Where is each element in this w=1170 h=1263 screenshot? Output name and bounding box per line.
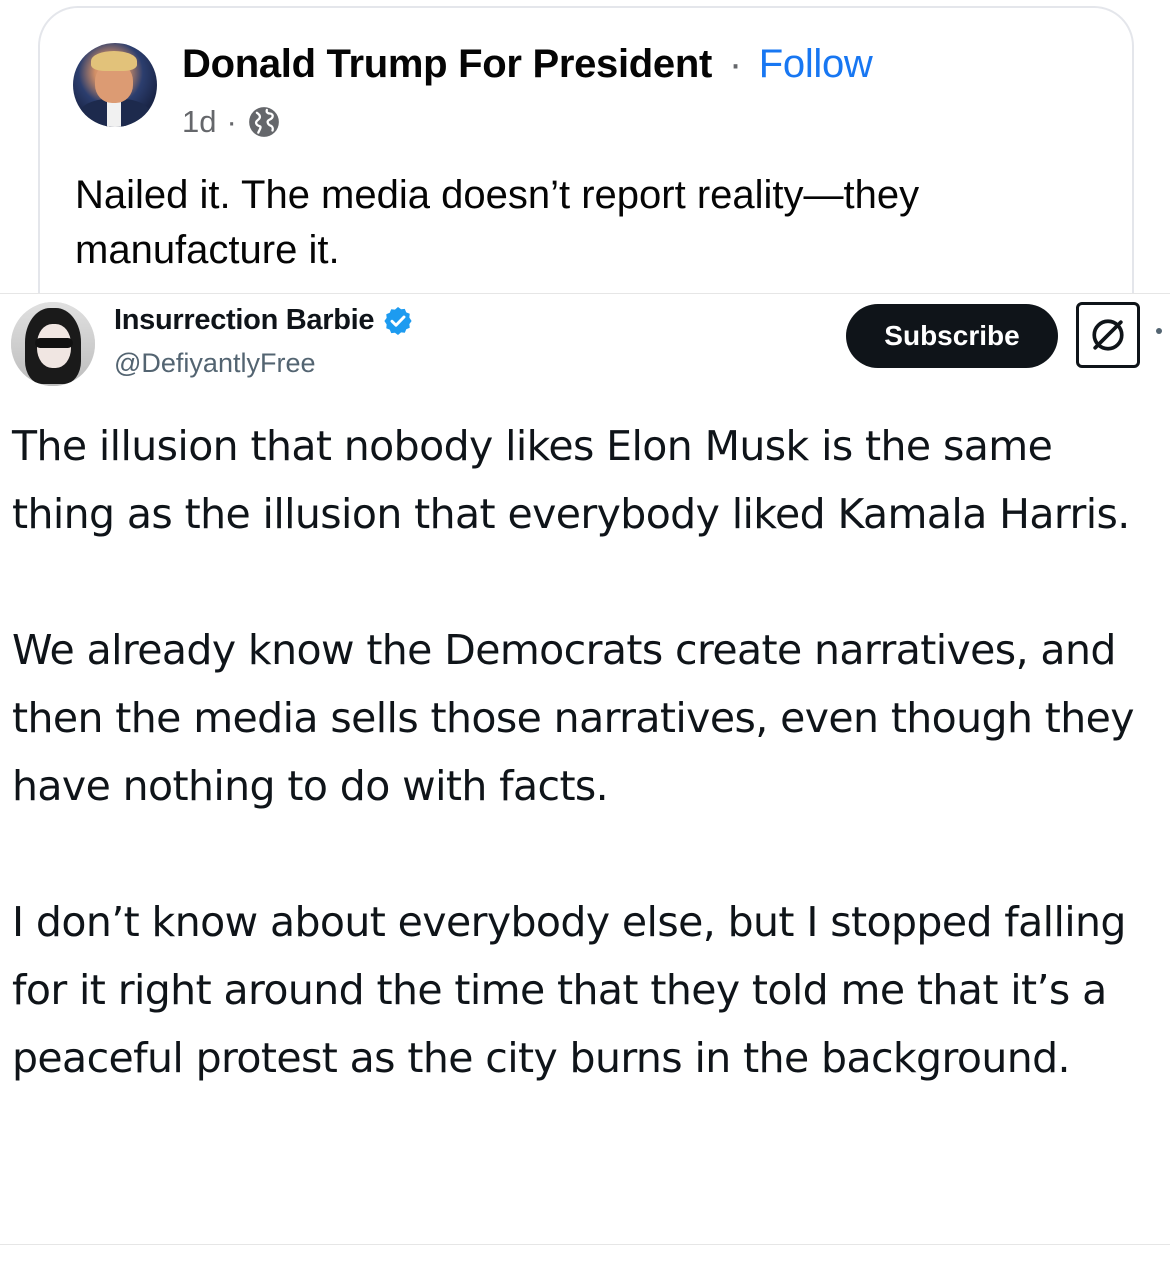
more-options-icon <box>1156 328 1162 334</box>
tweet-body: The illusion that nobody likes Elon Musk… <box>12 412 1162 1092</box>
meta-separator: · <box>226 104 237 139</box>
tweet-paragraph: We already know the Democrats create nar… <box>12 626 1135 810</box>
follow-link[interactable]: Follow <box>759 42 873 86</box>
facebook-post-card: Donald Trump For President · Follow 1d ·… <box>38 6 1134 326</box>
post-author-name[interactable]: Donald Trump For President <box>182 42 712 86</box>
grok-icon <box>1076 302 1140 368</box>
verified-badge-icon <box>382 305 414 337</box>
tweet-handle: @DefiyantlyFree <box>114 348 316 378</box>
tweet-display-name-row: Insurrection Barbie <box>114 304 414 337</box>
post-timestamp[interactable]: 1d <box>182 104 216 140</box>
screenshot-page: Donald Trump For President · Follow 1d ·… <box>0 0 1170 1263</box>
tweet-display-name: Insurrection Barbie <box>114 304 375 336</box>
tweet-paragraph: The illusion that nobody likes Elon Musk… <box>12 422 1130 538</box>
subscribe-button: Subscribe <box>846 304 1058 368</box>
name-separator: · <box>728 42 742 86</box>
post-caption: Nailed it. The media doesn’t report real… <box>75 173 920 272</box>
author-avatar[interactable] <box>73 43 157 127</box>
tweet-author-avatar <box>11 302 95 386</box>
post-author-row: Donald Trump For President · Follow <box>182 42 873 87</box>
embedded-tweet-image[interactable]: Insurrection Barbie @DefiyantlyFree Subs… <box>0 293 1170 1245</box>
post-meta: 1d · <box>182 104 281 140</box>
tweet-paragraph: I don’t know about everybody else, but I… <box>12 898 1126 1082</box>
globe-icon[interactable] <box>247 105 281 139</box>
